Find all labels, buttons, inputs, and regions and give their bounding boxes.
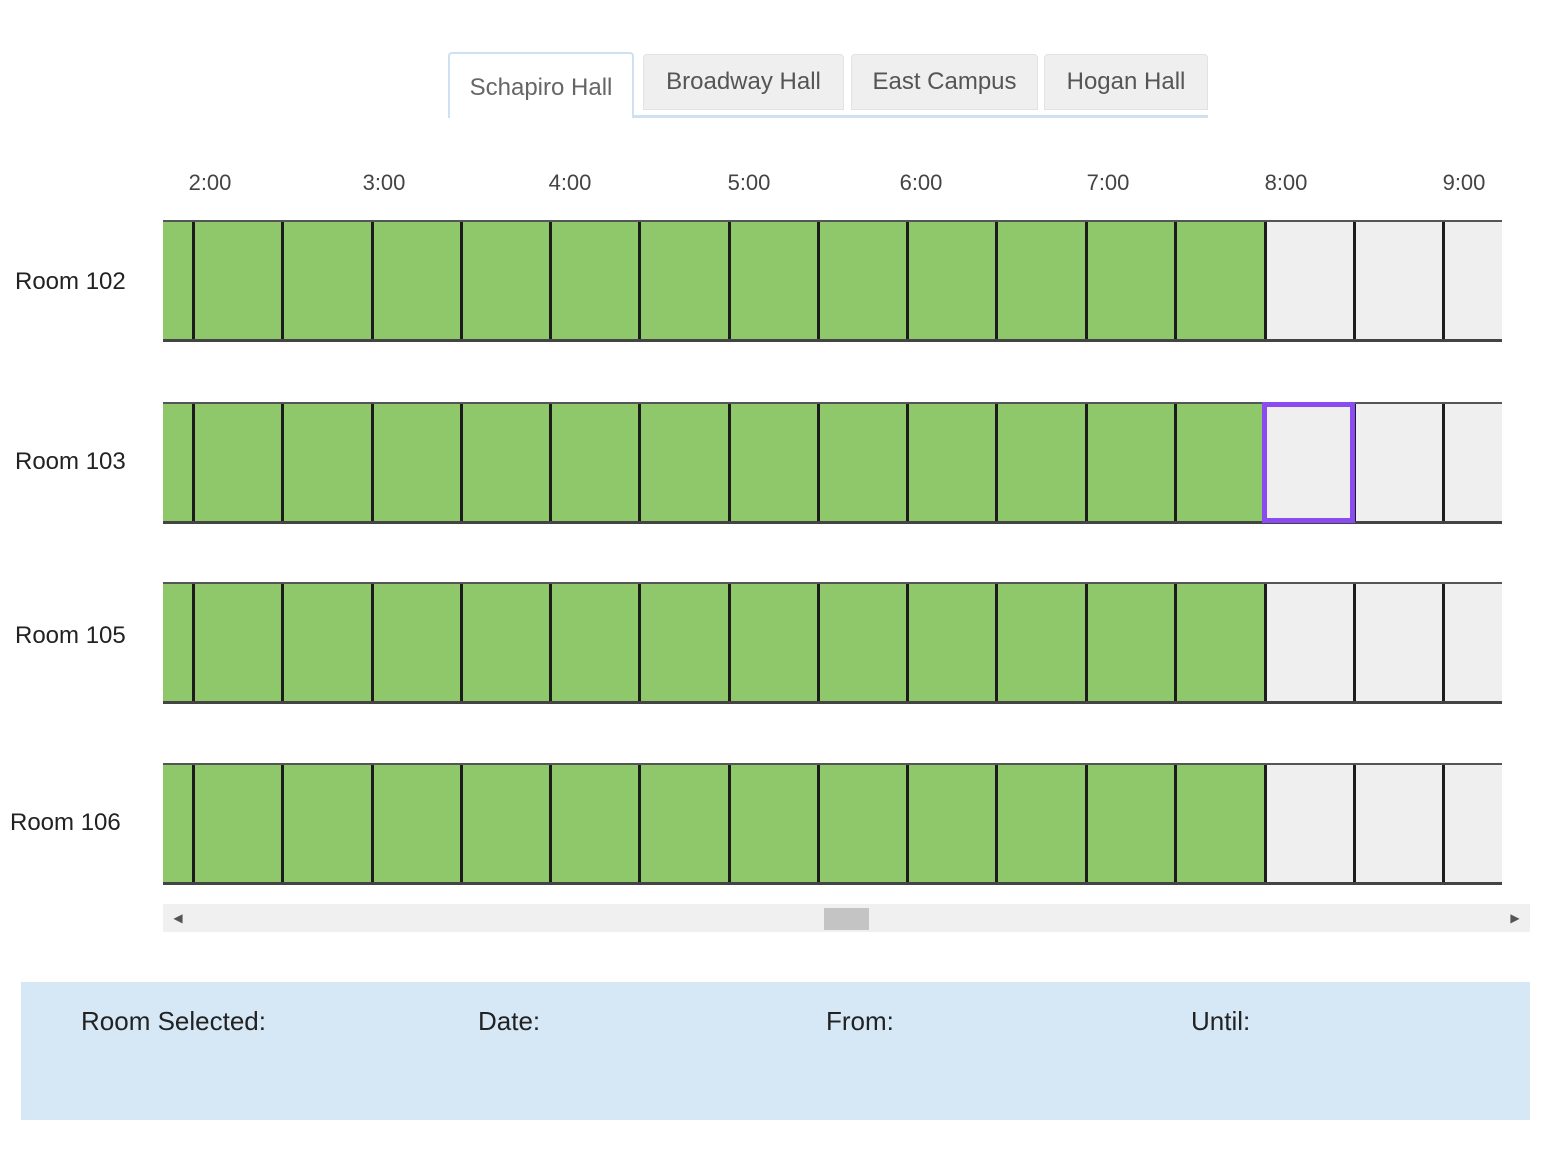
room-row-103 [163,402,1502,524]
time-slot[interactable] [371,404,460,521]
time-slot[interactable] [906,222,995,339]
time-slot[interactable] [1353,222,1442,339]
time-slot[interactable] [1353,765,1442,882]
time-slot[interactable] [460,765,549,882]
time-slot[interactable] [460,222,549,339]
hour-label: 8:00 [1264,170,1308,195]
time-slot[interactable] [638,404,728,521]
time-slot[interactable] [1085,765,1174,882]
time-slot[interactable] [1442,404,1502,521]
time-slot[interactable] [192,584,281,701]
triangle-right-icon[interactable]: ▶ [1508,910,1522,926]
hour-label: 3:00 [362,170,406,195]
time-slot[interactable] [1353,584,1442,701]
time-slot[interactable] [281,765,371,882]
time-slot[interactable] [1174,584,1264,701]
date-label: Date: [478,1006,541,1036]
room-row-105 [163,582,1502,704]
room-row-102 [163,220,1502,342]
time-slot[interactable] [1264,765,1353,882]
time-slot[interactable] [192,404,281,521]
time-slot[interactable] [281,222,371,339]
time-slot[interactable] [817,765,906,882]
time-slot[interactable] [1085,404,1174,521]
time-slot[interactable] [995,584,1085,701]
scrollbar-thumb[interactable] [824,908,869,930]
time-slot[interactable] [192,765,281,882]
time-slot[interactable] [1174,404,1264,521]
room-label-102: Room 102 [15,268,126,295]
time-slot[interactable] [371,584,460,701]
time-slot[interactable] [549,404,638,521]
room-booking-page: Schapiro Hall Broadway Hall East Campus … [0,0,1552,1172]
time-slot[interactable] [995,765,1085,882]
time-slot[interactable] [281,404,371,521]
time-slot[interactable] [1174,222,1264,339]
time-slot[interactable] [638,765,728,882]
room-label-105: Room 105 [15,622,126,649]
time-slot[interactable] [1264,222,1353,339]
tab-east-campus[interactable]: East Campus [851,54,1038,110]
room-label-103: Room 103 [15,448,126,475]
hour-label: 7:00 [1086,170,1130,195]
tab-broadway-hall[interactable]: Broadway Hall [643,54,844,110]
time-slot[interactable] [371,765,460,882]
selection-info-panel: Room Selected: Date: From: Until: [21,982,1530,1120]
time-slot[interactable] [1174,765,1264,882]
time-slot[interactable] [192,222,281,339]
room-selected-label: Room Selected: [81,1006,266,1036]
time-slot[interactable] [1353,404,1442,521]
time-slot[interactable] [460,404,549,521]
time-slot[interactable] [728,584,817,701]
time-slot[interactable] [995,222,1085,339]
tab-schapiro-hall[interactable]: Schapiro Hall [448,52,634,118]
time-slot[interactable] [549,584,638,701]
time-slot[interactable] [817,404,906,521]
time-slot[interactable] [906,765,995,882]
hour-label: 5:00 [727,170,771,195]
time-slot[interactable] [1264,584,1353,701]
time-slot[interactable] [728,222,817,339]
time-slot[interactable] [728,404,817,521]
triangle-left-icon[interactable]: ◀ [171,910,185,926]
tab-hogan-hall[interactable]: Hogan Hall [1044,54,1208,110]
horizontal-scrollbar[interactable]: ◀ ▶ [163,904,1530,932]
time-slot[interactable] [638,584,728,701]
hour-label: 2:00 [188,170,232,195]
time-slot[interactable] [906,404,995,521]
time-slot[interactable] [1442,765,1502,882]
time-slot[interactable] [1442,222,1502,339]
room-row-106 [163,763,1502,885]
time-slot[interactable] [906,584,995,701]
time-slot[interactable] [817,584,906,701]
time-slot[interactable] [549,222,638,339]
room-label-106: Room 106 [10,809,121,836]
time-slot[interactable] [1085,584,1174,701]
time-slot[interactable] [1085,222,1174,339]
time-slot[interactable] [549,765,638,882]
building-tabs: Schapiro Hall Broadway Hall East Campus … [448,52,1208,118]
time-slot[interactable] [817,222,906,339]
time-slot[interactable] [460,584,549,701]
time-slot[interactable] [1442,584,1502,701]
time-slot-selected[interactable] [1262,402,1355,523]
time-slot[interactable] [281,584,371,701]
hour-label: 9:00 [1442,170,1486,195]
time-slot[interactable] [728,765,817,882]
hour-label: 6:00 [899,170,943,195]
from-label: From: [826,1006,894,1036]
until-label: Until: [1191,1006,1251,1036]
time-slot[interactable] [638,222,728,339]
time-slot[interactable] [995,404,1085,521]
hour-label: 4:00 [548,170,592,195]
time-slot[interactable] [371,222,460,339]
